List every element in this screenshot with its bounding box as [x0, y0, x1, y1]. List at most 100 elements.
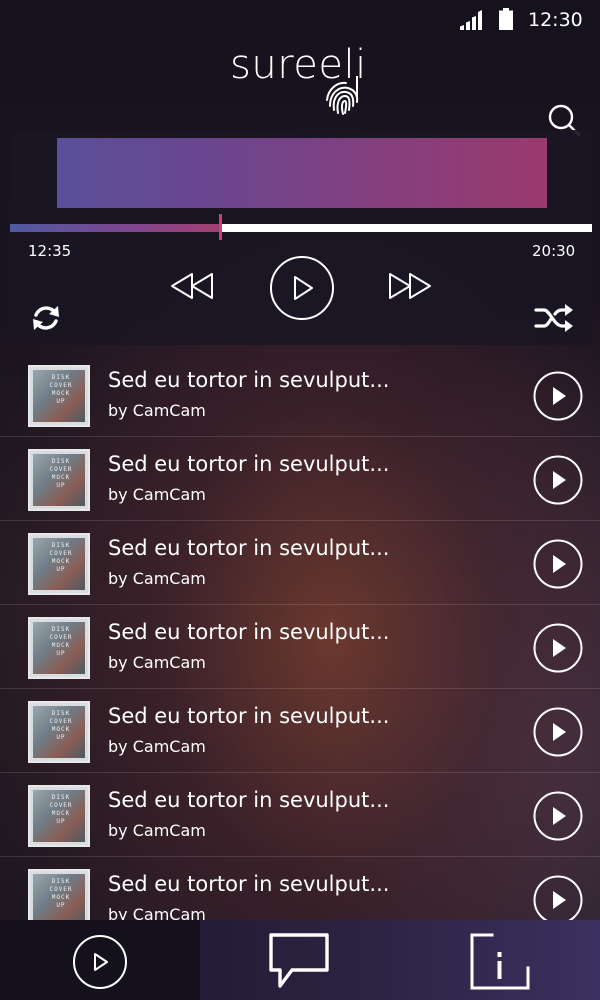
track-title: Sed eu tortor in sevulput... — [108, 788, 390, 812]
track-row[interactable]: DISK COVER MOCK UP Sed eu tortor in sevulput… — [0, 856, 600, 920]
play-icon — [553, 723, 566, 741]
track-play-button[interactable] — [533, 791, 583, 841]
track-title: Sed eu tortor in sevulput... — [108, 368, 390, 392]
album-art: DISK COVER MOCK UP — [28, 617, 90, 679]
track-artist: by CamCam — [108, 569, 206, 588]
album-art-word: UP — [56, 398, 66, 405]
track-artist: by CamCam — [108, 401, 206, 420]
chat-icon[interactable] — [268, 932, 330, 990]
track-row[interactable]: DISK COVER MOCK UP Sed eu tortor in sevulput… — [0, 520, 600, 605]
album-art-word: MOCK — [51, 726, 71, 733]
play-icon — [553, 807, 566, 825]
album-art-word: UP — [56, 482, 66, 489]
album-art-word: MOCK — [51, 558, 71, 565]
album-art-text: DISK COVER MOCK UP — [45, 542, 77, 574]
header: sureeli — [0, 40, 600, 137]
track-title: Sed eu tortor in sevulput... — [108, 452, 390, 476]
album-art-word: UP — [56, 902, 66, 909]
album-art-image: DISK COVER MOCK UP — [33, 622, 85, 674]
album-art-text: DISK COVER MOCK UP — [45, 374, 77, 406]
album-art-word: MOCK — [51, 642, 71, 649]
album-art-word: DISK — [51, 710, 71, 717]
play-icon — [553, 471, 566, 489]
track-title: Sed eu tortor in sevulput... — [108, 704, 390, 728]
album-art-word: UP — [56, 650, 66, 657]
album-art-word: DISK — [51, 626, 71, 633]
track-artist: by CamCam — [108, 821, 206, 840]
rewind-button[interactable] — [168, 268, 216, 304]
audio-visualizer — [57, 138, 547, 208]
album-art-text: DISK COVER MOCK UP — [45, 710, 77, 742]
album-art: DISK COVER MOCK UP — [28, 869, 90, 920]
track-play-button[interactable] — [533, 455, 583, 505]
album-art-word: UP — [56, 818, 66, 825]
album-art-word: MOCK — [51, 390, 71, 397]
album-art-word: UP — [56, 566, 66, 573]
album-art: DISK COVER MOCK UP — [28, 701, 90, 763]
album-art-image: DISK COVER MOCK UP — [33, 874, 85, 920]
time-elapsed: 12:35 — [28, 242, 72, 260]
album-art: DISK COVER MOCK UP — [28, 533, 90, 595]
progress-handle[interactable] — [219, 214, 222, 240]
album-art-word: COVER — [49, 802, 73, 809]
album-art-word: MOCK — [51, 474, 71, 481]
track-artist: by CamCam — [108, 653, 206, 672]
shuffle-button[interactable] — [534, 302, 574, 334]
info-icon[interactable] — [470, 932, 530, 992]
album-art: DISK COVER MOCK UP — [28, 785, 90, 847]
album-art-text: DISK COVER MOCK UP — [45, 878, 77, 910]
album-art-image: DISK COVER MOCK UP — [33, 454, 85, 506]
album-art-word: DISK — [51, 458, 71, 465]
album-art-word: COVER — [49, 634, 73, 641]
track-row[interactable]: DISK COVER MOCK UP Sed eu tortor in sevulput… — [0, 436, 600, 521]
track-play-button[interactable] — [533, 875, 583, 920]
album-art-image: DISK COVER MOCK UP — [33, 370, 85, 422]
track-title: Sed eu tortor in sevulput... — [108, 872, 390, 896]
album-art-word: COVER — [49, 718, 73, 725]
album-art-word: COVER — [49, 886, 73, 893]
album-art-word: COVER — [49, 466, 73, 473]
fast-forward-button[interactable] — [386, 268, 434, 304]
fingerprint-icon — [326, 76, 359, 115]
track-row[interactable]: DISK COVER MOCK UP Sed eu tortor in sevulput… — [0, 604, 600, 689]
progress-fill — [10, 224, 220, 232]
play-icon — [553, 639, 566, 657]
album-art-word: DISK — [51, 878, 71, 885]
nav-play-button[interactable] — [72, 934, 128, 990]
album-art-word: DISK — [51, 794, 71, 801]
track-row[interactable]: DISK COVER MOCK UP Sed eu tortor in sevulput… — [0, 688, 600, 773]
status-time: 12:30 — [528, 9, 583, 31]
play-icon — [553, 387, 566, 405]
track-play-button[interactable] — [533, 371, 583, 421]
album-art-word: MOCK — [51, 810, 71, 817]
track-title: Sed eu tortor in sevulput... — [108, 620, 390, 644]
app-logo[interactable]: sureeli — [230, 40, 380, 120]
album-art-image: DISK COVER MOCK UP — [33, 706, 85, 758]
track-artist: by CamCam — [108, 485, 206, 504]
track-artist: by CamCam — [108, 905, 206, 920]
play-icon — [553, 555, 566, 573]
album-art-text: DISK COVER MOCK UP — [45, 458, 77, 490]
album-art-word: COVER — [49, 382, 73, 389]
track-row[interactable]: DISK COVER MOCK UP Sed eu tortor in sevulput… — [0, 772, 600, 857]
play-button[interactable] — [268, 254, 336, 322]
album-art-word: MOCK — [51, 894, 71, 901]
play-icon — [553, 891, 566, 909]
album-art-image: DISK COVER MOCK UP — [33, 790, 85, 842]
album-art-word: UP — [56, 734, 66, 741]
album-art-text: DISK COVER MOCK UP — [45, 626, 77, 658]
time-total: 20:30 — [532, 242, 576, 260]
track-row[interactable]: DISK COVER MOCK UP Sed eu tortor in sevulput… — [0, 352, 600, 437]
repeat-button[interactable] — [30, 302, 62, 334]
track-play-button[interactable] — [533, 707, 583, 757]
track-play-button[interactable] — [533, 623, 583, 673]
track-play-button[interactable] — [533, 539, 583, 589]
album-art-word: DISK — [51, 374, 71, 381]
album-art: DISK COVER MOCK UP — [28, 365, 90, 427]
album-art-text: DISK COVER MOCK UP — [45, 794, 77, 826]
bottom-nav — [0, 920, 600, 1000]
status-bar: 12:30 — [0, 0, 600, 40]
track-title: Sed eu tortor in sevulput... — [108, 536, 390, 560]
player-panel: 12:35 20:30 — [10, 130, 592, 345]
album-art: DISK COVER MOCK UP — [28, 449, 90, 511]
